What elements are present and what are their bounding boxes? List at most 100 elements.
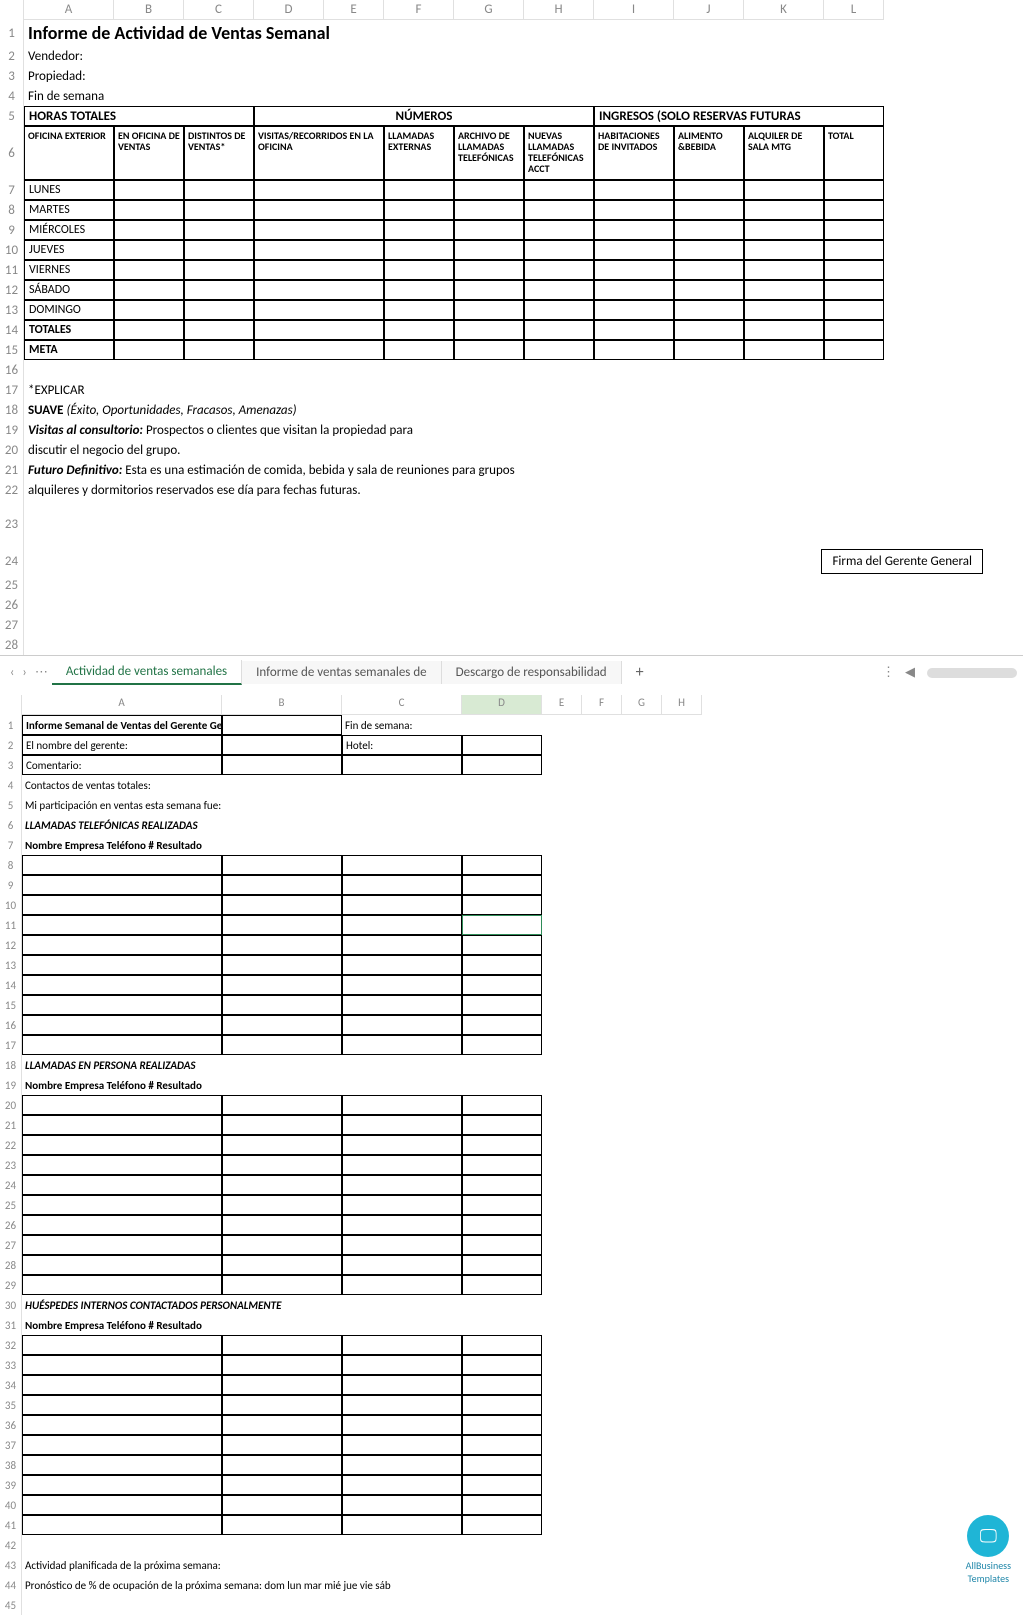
section-ingresos[interactable]: INGRESOS (SOLO RESERVAS FUTURAS xyxy=(594,106,884,126)
cell[interactable] xyxy=(674,240,744,260)
cell[interactable] xyxy=(222,1495,342,1515)
cell[interactable] xyxy=(222,1215,342,1235)
cell[interactable] xyxy=(22,1215,222,1235)
cell[interactable] xyxy=(462,1455,542,1475)
cell[interactable] xyxy=(824,340,884,360)
row2-header-35[interactable]: 35 xyxy=(0,1395,22,1415)
col-header-L[interactable]: L xyxy=(824,0,884,20)
cell[interactable] xyxy=(342,1415,462,1435)
cell[interactable] xyxy=(222,1255,342,1275)
cell[interactable] xyxy=(462,915,542,935)
cell[interactable] xyxy=(824,320,884,340)
note-explicar[interactable]: *EXPLICAR xyxy=(24,380,1023,400)
cell[interactable] xyxy=(222,995,342,1015)
scroll-left-icon[interactable]: ◀ xyxy=(901,665,919,680)
cell[interactable] xyxy=(824,180,884,200)
cell[interactable] xyxy=(744,220,824,240)
cell[interactable] xyxy=(744,240,824,260)
section-horas-totales[interactable]: HORAS TOTALES xyxy=(24,106,254,126)
cell[interactable] xyxy=(744,300,824,320)
cell[interactable] xyxy=(462,1375,542,1395)
blank-cell[interactable] xyxy=(222,775,1023,795)
row2-header-25[interactable]: 25 xyxy=(0,1195,22,1215)
row2-header-28[interactable]: 28 xyxy=(0,1255,22,1275)
cell[interactable] xyxy=(454,240,524,260)
row2-header-8[interactable]: 8 xyxy=(0,855,22,875)
cell[interactable] xyxy=(254,260,384,280)
cell[interactable] xyxy=(22,1195,222,1215)
blank-cell[interactable] xyxy=(22,1535,1023,1555)
cell[interactable] xyxy=(454,320,524,340)
cell[interactable] xyxy=(222,895,342,915)
cell[interactable] xyxy=(342,1515,462,1535)
row2-header-39[interactable]: 39 xyxy=(0,1475,22,1495)
row-header-5[interactable]: 5 xyxy=(0,106,24,126)
cell[interactable] xyxy=(222,855,342,875)
row2-header-34[interactable]: 34 xyxy=(0,1375,22,1395)
row-header-16[interactable]: 16 xyxy=(0,360,24,380)
cell[interactable] xyxy=(22,1355,222,1375)
cell[interactable] xyxy=(824,260,884,280)
cell[interactable] xyxy=(462,715,542,735)
cell[interactable] xyxy=(342,1335,462,1355)
row2-header-13[interactable]: 13 xyxy=(0,955,22,975)
cell[interactable] xyxy=(222,1035,342,1055)
cell[interactable] xyxy=(524,340,594,360)
cell[interactable] xyxy=(462,1495,542,1515)
cell[interactable] xyxy=(222,1135,342,1155)
cell[interactable] xyxy=(824,240,884,260)
cell[interactable] xyxy=(462,955,542,975)
th-alquiler-sala[interactable]: ALQUILER DE SALA MTG xyxy=(744,126,824,180)
tab-options-icon[interactable]: ⋮ xyxy=(876,665,901,680)
cell[interactable] xyxy=(22,875,222,895)
cell[interactable] xyxy=(184,220,254,240)
row2-header-19[interactable]: 19 xyxy=(0,1075,22,1095)
cell[interactable] xyxy=(342,1375,462,1395)
cell[interactable] xyxy=(524,320,594,340)
cell[interactable] xyxy=(342,1435,462,1455)
cell[interactable] xyxy=(222,1015,342,1035)
col-header-H[interactable]: H xyxy=(524,0,594,20)
cell[interactable] xyxy=(22,915,222,935)
row2-header-27[interactable]: 27 xyxy=(0,1235,22,1255)
s2-comentario[interactable]: Comentario: xyxy=(22,755,222,775)
row2-header-21[interactable]: 21 xyxy=(0,1115,22,1135)
cell[interactable] xyxy=(222,715,342,735)
row-header-4[interactable]: 4 xyxy=(0,86,24,106)
cell[interactable] xyxy=(114,200,184,220)
cell[interactable] xyxy=(114,180,184,200)
row-header-25[interactable]: 25 xyxy=(0,575,24,595)
cell[interactable] xyxy=(462,1235,542,1255)
cell[interactable] xyxy=(454,220,524,240)
cell[interactable] xyxy=(824,280,884,300)
col-header-J[interactable]: J xyxy=(674,0,744,20)
cell[interactable] xyxy=(342,1495,462,1515)
s2-colheader-2[interactable]: Nombre Empresa Teléfono # Resultado xyxy=(22,1075,1023,1095)
cell[interactable] xyxy=(342,1395,462,1415)
th-en-oficina-ventas[interactable]: EN OFICINA DE VENTAS xyxy=(114,126,184,180)
cell[interactable] xyxy=(342,1255,462,1275)
cell[interactable] xyxy=(222,1175,342,1195)
cell[interactable] xyxy=(114,280,184,300)
col-header-E[interactable]: E xyxy=(324,0,384,20)
cell[interactable] xyxy=(462,1255,542,1275)
cell[interactable] xyxy=(594,320,674,340)
cell[interactable] xyxy=(114,300,184,320)
col-header-B[interactable]: B xyxy=(114,0,184,20)
cell[interactable] xyxy=(22,1375,222,1395)
day-domingo[interactable]: DOMINGO xyxy=(24,300,114,320)
cell[interactable] xyxy=(462,1395,542,1415)
blank-cell[interactable] xyxy=(24,575,1023,595)
row2-header-44[interactable]: 44 xyxy=(0,1575,22,1595)
cell[interactable] xyxy=(674,300,744,320)
row2-header-18[interactable]: 18 xyxy=(0,1055,22,1075)
th-archivo-llamadas[interactable]: ARCHIVO DE LLAMADAS TELEFÓNICAS xyxy=(454,126,524,180)
cell[interactable] xyxy=(744,260,824,280)
th-alimento-bebida[interactable]: ALIMENTO &BEBIDA xyxy=(674,126,744,180)
cell[interactable] xyxy=(22,1235,222,1255)
cell[interactable] xyxy=(462,755,542,775)
cell[interactable] xyxy=(462,735,542,755)
row2-header-30[interactable]: 30 xyxy=(0,1295,22,1315)
blank-cell[interactable] xyxy=(24,615,1023,635)
cell[interactable] xyxy=(22,1135,222,1155)
